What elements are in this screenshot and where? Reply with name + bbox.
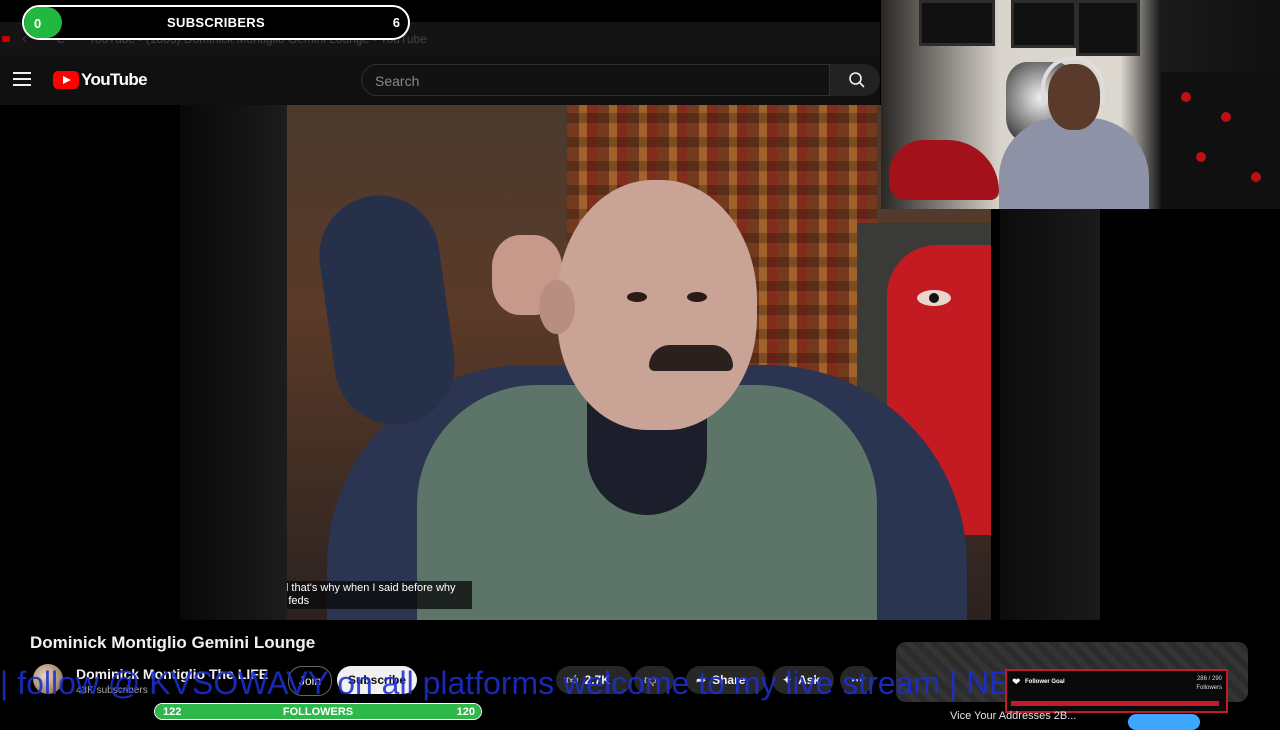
streamer [999, 118, 1149, 209]
youtube-logo[interactable]: YouTube [53, 69, 148, 91]
streamer-webcam [881, 0, 1280, 209]
recommended-button[interactable] [1128, 714, 1200, 730]
youtube-wordmark: YouTube [81, 70, 148, 89]
video-subtitle: and that's why when I said before why th… [287, 581, 472, 609]
follower-goal-unit: Followers [1196, 685, 1222, 691]
followers-label: FOLLOWERS [282, 706, 354, 718]
followers-goal-bar: 122 FOLLOWERS 120 [154, 703, 482, 720]
search-icon [849, 72, 865, 88]
heart-icon: ❤ [1012, 677, 1021, 688]
video-title: Dominick Montiglio Gemini Lounge [30, 633, 316, 652]
follower-goal-progress [1011, 701, 1219, 706]
youtube-favicon-icon [2, 36, 10, 42]
wall-frame [1011, 0, 1077, 48]
subscriber-goal-bar: 0 SUBSCRIBERS 6 [22, 5, 410, 40]
recommended-item[interactable]: Vice Your Addresses 2B... [900, 710, 1280, 730]
menu-icon[interactable] [13, 72, 31, 86]
subscriber-goal-label: SUBSCRIBERS [167, 15, 265, 30]
search-box[interactable] [361, 64, 830, 97]
follower-goal-count: 286 / 290 [1196, 676, 1222, 682]
ticker-text: | follow @ KVSOWAVY on all platforms wel… [0, 665, 1041, 701]
subscriber-goal-target: 6 [392, 15, 400, 30]
search-button[interactable] [830, 64, 880, 96]
recommended-title: Vice Your Addresses 2B... [950, 710, 1077, 722]
youtube-play-icon [53, 71, 79, 89]
wall-frame [919, 0, 995, 46]
wall-frame [1076, 0, 1140, 56]
follower-goal-widget: ❤ Follower Goal 286 / 290 Followers [1005, 669, 1228, 713]
follower-goal-title: Follower Goal [1025, 679, 1065, 685]
video-left-shade [180, 105, 287, 620]
search-input[interactable] [362, 65, 817, 97]
followers-right-count: 120 [456, 706, 475, 718]
youtube-header: YouTube [0, 56, 880, 105]
collectibles-shelf [1161, 72, 1280, 209]
man-head [539, 180, 757, 430]
